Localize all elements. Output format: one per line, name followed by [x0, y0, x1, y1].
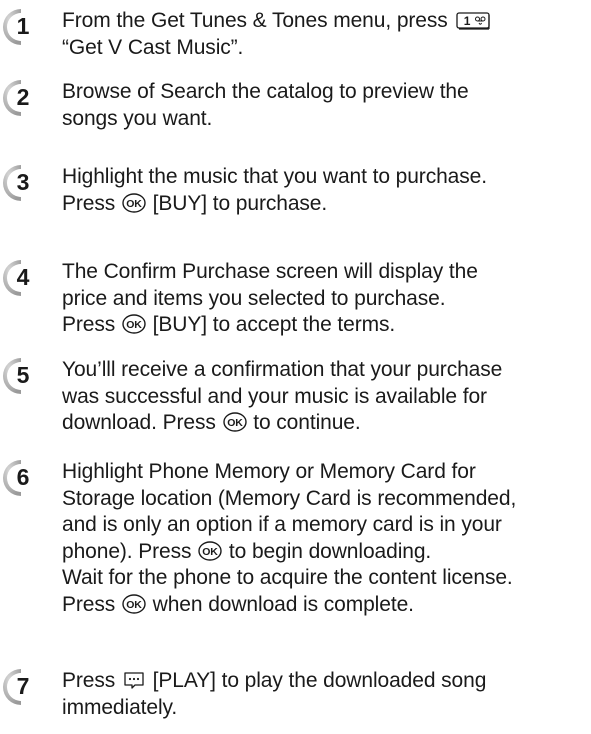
step-text: Highlight Phone Memory or Memory Card fo… [62, 459, 582, 618]
step-text: From the Get Tunes & Tones menu, press 1… [62, 8, 582, 61]
step-number: 6 [16, 464, 30, 490]
step-text-segment: was successful and your music is availab… [62, 384, 487, 408]
step-text-segment: phone). Press [62, 539, 198, 563]
step-text-segment: Wait for the phone to acquire the conten… [62, 566, 513, 589]
ok-key-icon: OK [122, 192, 146, 213]
step-text-segment: price and items you selected to purchase… [62, 286, 446, 310]
step-text-segment: and is only an option if a memory card i… [62, 513, 502, 536]
step-text-segment: Press [62, 592, 121, 616]
step-text-segment: Highlight Phone Memory or Memory Card fo… [62, 460, 476, 483]
svg-text:OK: OK [227, 417, 243, 429]
step-text-segment: Highlight the music that you want to pur… [62, 165, 487, 188]
svg-text:OK: OK [126, 599, 142, 611]
svg-text:OK: OK [126, 198, 142, 210]
step-text-segment: [PLAY] to play the downloaded song [146, 669, 487, 692]
step-text-segment: Press [62, 313, 121, 336]
svg-text:OK: OK [202, 546, 218, 558]
key-1-icon: 1 [456, 12, 491, 30]
step-text-segment: Browse of Search the catalog to preview … [62, 80, 469, 103]
step-number: 5 [16, 362, 30, 388]
step-number-badge: 2 [2, 79, 40, 117]
step-text-segment: download. Press [62, 411, 222, 434]
step-number: 4 [16, 264, 30, 290]
ok-key-icon: OK [122, 593, 146, 614]
svg-text:1: 1 [464, 14, 471, 28]
svg-text:OK: OK [126, 319, 142, 331]
ok-key-icon: OK [198, 540, 222, 561]
step-number-badge: 5 [2, 357, 40, 395]
step-text-segment: immediately. [62, 695, 178, 719]
step-text-segment: From the Get Tunes & Tones menu, press [62, 9, 454, 32]
step-text-segment: to begin downloading. [223, 539, 432, 563]
step-text: Browse of Search the catalog to preview … [62, 79, 582, 132]
ok-key-icon: OK [122, 314, 146, 334]
step-text: Highlight the music that you want to pur… [62, 164, 582, 217]
step-number-badge: 7 [2, 668, 40, 706]
menu-key-icon [122, 670, 146, 690]
step-number-badge: 4 [2, 259, 40, 297]
step-number-badge: 3 [2, 164, 40, 202]
step-text-segment: The Confirm Purchase screen will display… [62, 260, 478, 283]
step-number-badge: 6 [2, 459, 40, 497]
step-text: You’lll receive a confirmation that your… [62, 357, 582, 437]
step-number: 7 [16, 673, 30, 699]
step-text: Press [PLAY] to play the downloaded song… [62, 668, 582, 721]
step-number: 1 [16, 13, 30, 39]
step-text-segment: Press [62, 191, 121, 215]
step-text-segment: when download is complete. [146, 592, 414, 616]
step-number: 2 [16, 84, 30, 110]
step-text: The Confirm Purchase screen will display… [62, 259, 582, 339]
ok-key-icon: OK [222, 412, 247, 432]
step-text-segment: “Get V Cast Music”. [62, 35, 244, 59]
step-text-segment: to continue. [247, 411, 361, 434]
step-text-segment: [BUY] to accept the terms. [146, 313, 396, 336]
step-text-segment: You’lll receive a confirmation that your… [62, 358, 503, 381]
step-text-segment: Press [62, 669, 121, 692]
step-number: 3 [16, 169, 30, 195]
step-number-badge: 1 [2, 8, 40, 46]
step-text-segment: Storage location (Memory Card is recomme… [62, 486, 517, 510]
step-text-segment: [BUY] to purchase. [146, 191, 328, 215]
step-text-segment: songs you want. [62, 106, 213, 130]
